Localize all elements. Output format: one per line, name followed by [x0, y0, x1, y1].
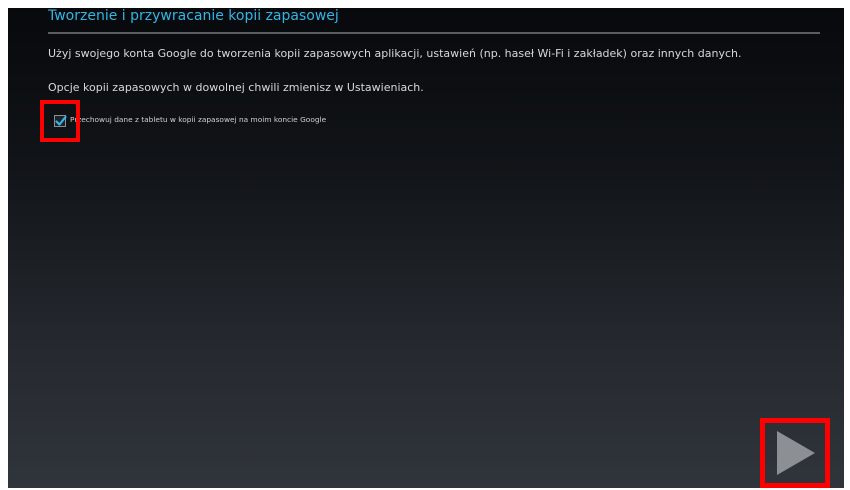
play-arrow-icon [777, 431, 815, 475]
backup-checkbox[interactable] [54, 115, 67, 127]
backup-checkbox-label[interactable]: Przechowuj dane z tabletu w kopii zapaso… [70, 115, 326, 124]
backup-checkbox-row[interactable]: Przechowuj dane z tabletu w kopii zapaso… [54, 114, 384, 130]
backup-description: Użyj swojego konta Google do tworzenia k… [48, 47, 742, 60]
checkmark-icon [55, 115, 67, 126]
next-button[interactable] [760, 418, 830, 488]
settings-note: Opcje kopii zapasowych w dowolnej chwili… [48, 81, 424, 94]
backup-setup-screen: Tworzenie i przywracanie kopii zapasowej… [8, 8, 844, 488]
page-title: Tworzenie i przywracanie kopii zapasowej [48, 8, 339, 24]
title-divider [48, 32, 820, 34]
